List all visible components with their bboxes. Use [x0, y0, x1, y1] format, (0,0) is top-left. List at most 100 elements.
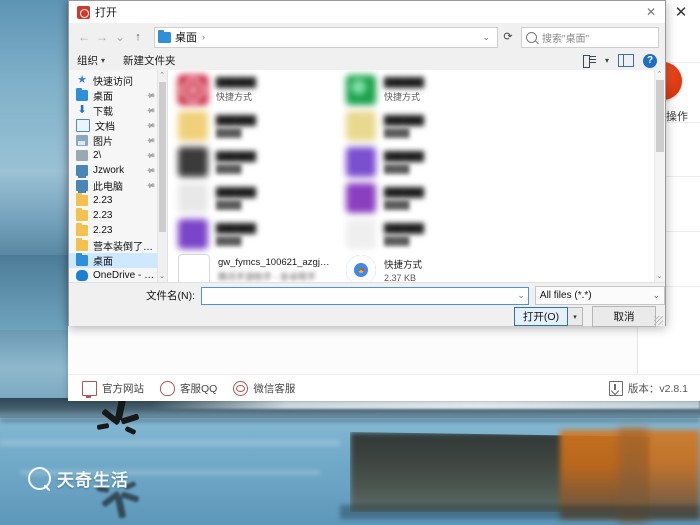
file-list-scrollbar[interactable]: ⌃ ⌄	[654, 70, 665, 282]
dialog-close-button[interactable]: ✕	[641, 3, 661, 21]
forward-button[interactable]: →	[93, 28, 111, 46]
nav-item-label: 此电脑	[93, 182, 123, 193]
file-item[interactable]: ██████ ████	[172, 144, 332, 180]
nav-item-10[interactable]: 2.23	[69, 223, 167, 238]
file-icon	[346, 219, 376, 249]
footer-item-wechat-support[interactable]: 微信客服	[233, 380, 296, 396]
file-item[interactable]: ██████ ████	[340, 180, 500, 216]
nav-item-1[interactable]: 桌面 📌	[69, 88, 167, 103]
filename-input[interactable]: ⌄	[201, 286, 529, 305]
nav-item-5[interactable]: 2\ 📌	[69, 148, 167, 163]
pin-icon[interactable]: 📌	[145, 120, 157, 131]
help-icon[interactable]: ?	[643, 53, 657, 68]
file-item[interactable]: ██████ ████	[340, 216, 500, 252]
circle-q-logo-icon	[28, 467, 51, 490]
open-file-dialog: 打开 ✕ ← → ⌄ ↑ 桌面 › ⌄ ⟳ 搜索"桌面" 组织 ▾ 新建文件夹 …	[68, 0, 666, 327]
file-list-scroll-thumb[interactable]	[656, 80, 664, 152]
file-label-group: ██████ 快捷方式	[384, 77, 424, 103]
chevron-down-icon[interactable]: ⌄	[655, 272, 664, 282]
file-label-group: ██████ ████	[384, 115, 424, 138]
nav-item-label: 文档	[95, 122, 115, 133]
file-subtitle: 腾讯手游助手 - 安卓帮手	[218, 272, 316, 282]
nav-item-9[interactable]: 2.23	[69, 208, 167, 223]
nav-item-7[interactable]: 此电脑 📌	[69, 178, 167, 193]
file-list-pane[interactable]: ██████ 快捷方式 ██████ 快捷方式 ██████ ████ ██████ ████…	[168, 70, 665, 282]
nav-item-8[interactable]: 2.23	[69, 193, 167, 208]
resize-grip[interactable]	[654, 316, 663, 325]
file-item[interactable]: ██████ ████	[172, 180, 332, 216]
search-placeholder: 搜索"桌面"	[542, 33, 590, 45]
file-item[interactable]: ██████ ████	[340, 108, 500, 144]
navigation-list: ★ 快速访问 桌面 📌 ⬇ 下载 📌 文档 📌 图片 📌 2\ 📌 Jzwork 📌 此电脑 📌 2.23 2.23…	[69, 70, 167, 282]
nav-item-13[interactable]: OneDrive - Per	[69, 268, 167, 282]
footer-item-label: 微信客服	[253, 382, 296, 395]
chevron-up-icon[interactable]: ⌃	[655, 70, 664, 80]
footer-item-official-site[interactable]: 官方网站	[82, 380, 144, 398]
nav-item-0[interactable]: ★ 快速访问	[69, 73, 167, 89]
file-item[interactable]: ██████ 快捷方式	[340, 72, 500, 108]
file-item[interactable]: ██████ ████	[340, 144, 500, 180]
view-options-icon[interactable]	[582, 55, 596, 68]
chevron-down-icon[interactable]: ⌄	[158, 271, 166, 282]
dialog-titlebar[interactable]: 打开 ✕	[69, 1, 665, 24]
pin-icon[interactable]: 📌	[145, 135, 157, 146]
nav-item-11[interactable]: 营本装倒了怎么	[69, 238, 167, 253]
drive-icon	[76, 150, 88, 161]
recent-locations-button[interactable]: ⌄	[111, 28, 129, 46]
file-item[interactable]: ██████ ████	[172, 216, 332, 252]
nav-item-3[interactable]: 文档 📌	[69, 118, 167, 133]
file-subtitle: 快捷方式	[216, 92, 253, 102]
navigation-scrollbar[interactable]: ⌃ ⌄	[157, 70, 167, 282]
nav-item-label: 图片	[93, 137, 113, 148]
up-button[interactable]: ↑	[129, 28, 147, 46]
new-folder-button[interactable]: 新建文件夹	[123, 53, 176, 68]
file-label-group: 快捷方式 2.37 KB	[384, 257, 422, 282]
navigation-scroll-thumb[interactable]	[159, 82, 166, 232]
chevron-down-icon[interactable]: ⌄	[652, 290, 660, 301]
organize-button[interactable]: 组织 ▾	[77, 53, 105, 68]
file-item[interactable]: gw_fymcs_100621_azgj_1689_1... 腾讯手游助手 - 安…	[172, 252, 332, 282]
nav-item-2[interactable]: ⬇ 下载 📌	[69, 103, 167, 119]
folder-icon	[158, 29, 171, 43]
footer-item-qq-support[interactable]: 客服QQ	[160, 380, 217, 396]
file-icon	[178, 147, 208, 177]
preview-pane-icon[interactable]	[618, 54, 634, 67]
file-item[interactable]: ██████ 快捷方式	[172, 72, 332, 108]
open-button[interactable]: 打开(O)	[514, 307, 568, 326]
back-button[interactable]: ←	[75, 28, 93, 46]
open-dropdown-button[interactable]: ▾	[568, 307, 583, 326]
chrome-icon	[346, 255, 376, 282]
chevron-down-icon[interactable]: ⌄	[478, 32, 494, 43]
new-folder-label: 新建文件夹	[123, 55, 176, 67]
filetype-value: All files (*.*)	[539, 290, 592, 301]
pin-icon[interactable]: 📌	[145, 90, 157, 101]
dialog-main-area: ★ 快速访问 桌面 📌 ⬇ 下载 📌 文档 📌 图片 📌 2\ 📌 Jzwork 📌 此电脑 📌 2.23 2.23…	[69, 70, 665, 282]
chevron-down-icon[interactable]: ⌄	[513, 290, 525, 301]
chevron-up-icon[interactable]: ⌃	[158, 70, 166, 81]
pin-icon[interactable]: 📌	[145, 150, 157, 161]
nav-item-12[interactable]: 桌面	[69, 253, 167, 268]
file-icon	[346, 183, 376, 213]
pin-icon[interactable]: 📌	[145, 165, 157, 176]
chevron-down-icon: ▾	[101, 56, 106, 65]
nav-item-label: 桌面	[93, 257, 113, 268]
filetype-select[interactable]: All files (*.*) ⌄	[534, 286, 665, 305]
file-icon	[346, 75, 376, 105]
nav-item-6[interactable]: Jzwork 📌	[69, 163, 167, 178]
file-label-group: ██████ ████	[384, 187, 424, 210]
file-item[interactable]: 快捷方式 2.37 KB	[340, 252, 500, 282]
file-item[interactable]: ██████ ████	[172, 108, 332, 144]
file-subtitle: ████	[216, 127, 242, 138]
refresh-button[interactable]: ⟳	[498, 28, 518, 47]
navigation-pane: ★ 快速访问 桌面 📌 ⬇ 下载 📌 文档 📌 图片 📌 2\ 📌 Jzwork 📌 此电脑 📌 2.23 2.23…	[69, 70, 168, 282]
app-close-button[interactable]: ✕	[672, 4, 690, 22]
nav-item-4[interactable]: 图片 📌	[69, 133, 167, 148]
file-subtitle: ████	[384, 199, 410, 210]
address-bar[interactable]: 桌面 › ⌄	[154, 26, 498, 48]
pin-icon[interactable]: 📌	[145, 180, 157, 191]
search-box[interactable]: 搜索"桌面"	[521, 26, 659, 48]
chevron-down-icon[interactable]: ▾	[605, 56, 609, 65]
pin-icon[interactable]: 📌	[145, 105, 157, 116]
cancel-button[interactable]: 取消	[592, 306, 656, 327]
dialog-title: 打开	[95, 7, 117, 19]
